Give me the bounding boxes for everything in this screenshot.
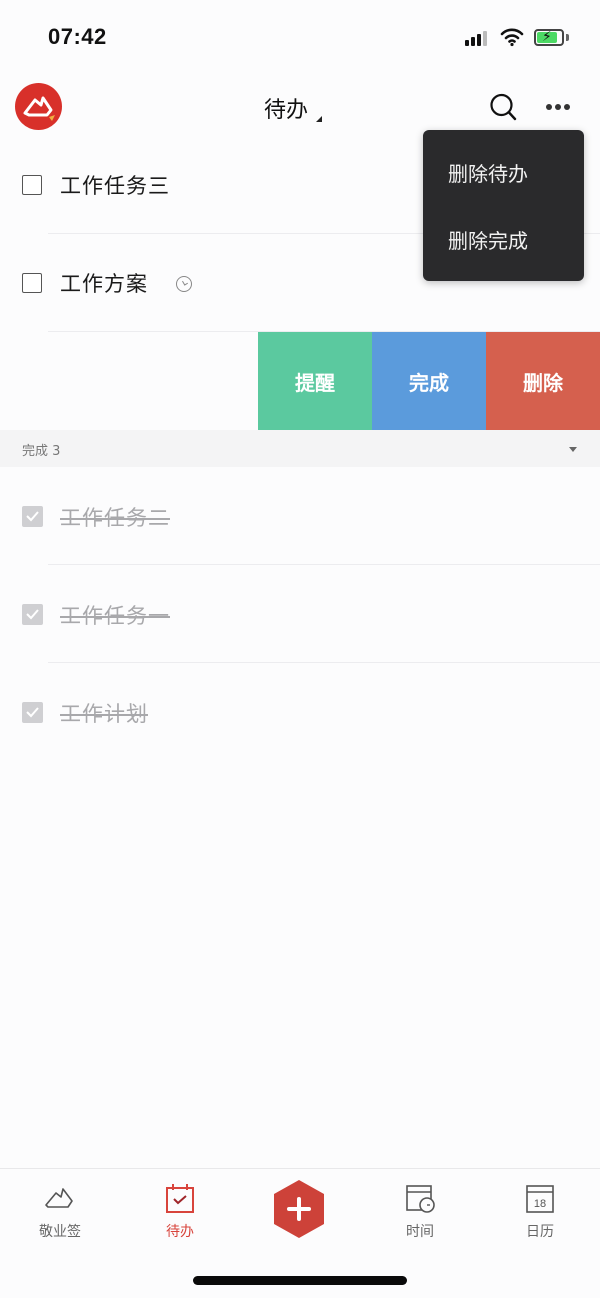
- battery-icon: ⚡: [534, 29, 564, 46]
- tab-time[interactable]: 时间: [360, 1169, 480, 1249]
- todo-calendar-icon: [166, 1184, 194, 1213]
- checkbox[interactable]: [22, 273, 42, 293]
- add-button[interactable]: [272, 1179, 326, 1239]
- more-icon[interactable]: [546, 102, 576, 112]
- app-header: 待办: [0, 76, 600, 136]
- battery-cap: [566, 34, 569, 41]
- chevron-down-icon[interactable]: [569, 447, 577, 452]
- caret-icon: [316, 116, 323, 122]
- search-icon[interactable]: [488, 92, 518, 122]
- swipe-actions: 提醒 完成 删除: [258, 332, 600, 430]
- menu-item-delete-completed[interactable]: 删除完成: [448, 225, 528, 254]
- time-icon: [406, 1185, 435, 1213]
- home-indicator: [193, 1276, 407, 1285]
- reminder-clock-icon: [176, 276, 192, 292]
- swiped-list-item[interactable]: 提醒 完成 删除: [0, 332, 600, 430]
- list-item[interactable]: 工作计划: [0, 663, 600, 761]
- delete-button[interactable]: 删除: [486, 332, 600, 430]
- complete-button[interactable]: 完成: [372, 332, 486, 430]
- menu-item-delete-todo[interactable]: 删除待办: [448, 158, 528, 187]
- page-title: 待办: [264, 98, 309, 123]
- status-bar: 07:42 ⚡: [0, 0, 600, 76]
- checked-checkbox[interactable]: [22, 604, 43, 625]
- item-label: 工作任务三: [60, 174, 170, 198]
- item-label: 工作任务二: [60, 506, 170, 530]
- item-label: 工作方案: [60, 272, 148, 296]
- calendar-day: 18: [534, 1198, 546, 1210]
- tab-todo[interactable]: 待办: [120, 1169, 240, 1249]
- cellular-signal-icon: [465, 30, 491, 46]
- title-dropdown[interactable]: 待办: [264, 92, 323, 124]
- item-label: 工作计划: [60, 702, 148, 726]
- remind-button[interactable]: 提醒: [258, 332, 372, 430]
- tab-calendar[interactable]: 18 日历: [480, 1169, 600, 1249]
- checked-checkbox[interactable]: [22, 702, 43, 723]
- checked-checkbox[interactable]: [22, 506, 43, 527]
- tab-label: 待办: [166, 1224, 194, 1240]
- tab-label: 日历: [526, 1224, 554, 1240]
- tab-notes[interactable]: 敬业签: [0, 1169, 120, 1249]
- wifi-icon: [500, 28, 524, 47]
- more-menu: 删除待办 删除完成: [423, 130, 584, 281]
- item-label: 工作任务一: [60, 604, 170, 628]
- app-logo-icon[interactable]: [15, 83, 62, 130]
- note-icon: [45, 1188, 73, 1208]
- list-item[interactable]: 工作任务一: [0, 565, 600, 663]
- list-item[interactable]: 工作任务二: [0, 467, 600, 565]
- calendar-icon: 18: [526, 1185, 554, 1213]
- tab-label: 时间: [406, 1224, 434, 1240]
- completed-section-header[interactable]: 完成 3: [0, 430, 600, 467]
- checkbox[interactable]: [22, 175, 42, 195]
- tab-label: 敬业签: [39, 1224, 81, 1240]
- status-time: 07:42: [48, 24, 107, 49]
- completed-count: 完成 3: [22, 444, 61, 459]
